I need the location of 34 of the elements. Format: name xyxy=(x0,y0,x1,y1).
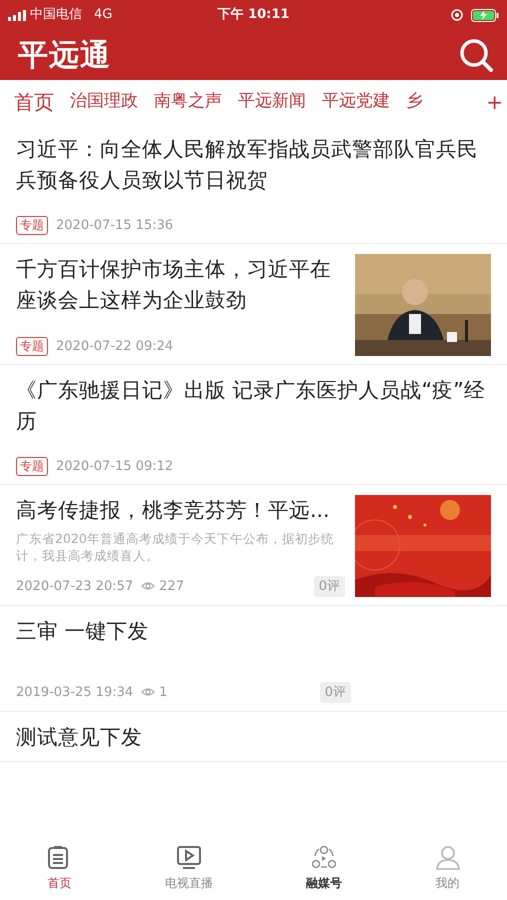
network-type: 4G xyxy=(94,6,112,24)
category-tab[interactable]: 南粤之声 xyxy=(154,89,222,115)
nav-tab[interactable]: 电视直播 xyxy=(165,844,214,892)
publish-date: 2020-07-15 15:36 xyxy=(56,216,174,234)
category-tab[interactable]: 平远党建 xyxy=(322,89,390,115)
topic-tag: 专题 xyxy=(16,456,48,476)
article-title[interactable]: 三审 一键下发 xyxy=(16,616,491,647)
category-tab[interactable]: 治国理政 xyxy=(70,89,138,115)
topic-tag: 专题 xyxy=(16,216,48,235)
nav-tab[interactable]: 融媒号 xyxy=(306,844,342,892)
topic-tag: 专题 xyxy=(16,336,48,356)
view-count: 227 xyxy=(159,578,184,596)
article-title[interactable]: 测试意见下发 xyxy=(16,722,491,753)
comment-count: 0评 xyxy=(314,576,345,597)
publish-date: 2020-07-23 20:57 xyxy=(16,578,134,596)
carrier-name: 中国电信 xyxy=(30,6,82,24)
nav-tab[interactable]: 首页 xyxy=(46,844,72,892)
category-tab[interactable]: 首页 xyxy=(14,87,54,117)
category-tab[interactable]: 平远新闻 xyxy=(238,89,306,115)
category-tab[interactable]: 乡 xyxy=(406,89,423,115)
add-tab-button[interactable]: + xyxy=(482,87,507,117)
article-title[interactable]: 千方百计保护市场主体，习近平在座谈会上这样为企业鼓劲 xyxy=(16,254,345,316)
comment-count: 0评 xyxy=(320,682,351,703)
view-count: 1 xyxy=(159,684,168,702)
article-summary: 广东省2020年普通高考成绩于今天下午公布，据初步统计，我县高考成绩喜人。 xyxy=(16,530,335,564)
nav-tab[interactable]: 我的 xyxy=(434,844,461,892)
article-title[interactable]: 高考传捷报，桃李竞芬芳！平远... xyxy=(16,495,345,526)
article-title[interactable]: 习近平：向全体人民解放军指战员武警部队官兵民兵预备役人员致以节日祝贺 xyxy=(16,134,491,196)
status-time: 下午 10:11 xyxy=(218,6,290,24)
publish-date: 2020-07-22 09:24 xyxy=(56,338,174,356)
publish-date: 2020-07-15 09:12 xyxy=(56,458,174,476)
publish-date: 2019-03-25 19:34 xyxy=(16,684,134,702)
article-title[interactable]: 《广东驰援日记》出版 记录广东医护人员战“疫”经历 xyxy=(16,375,491,437)
app-title: 平远通 xyxy=(18,36,111,74)
